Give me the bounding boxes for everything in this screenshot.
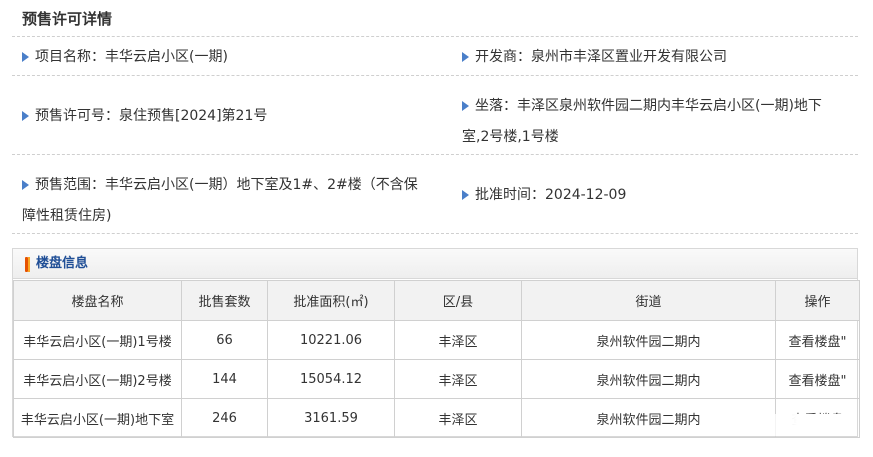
permit-number-value: 泉住预售[2024]第21号 [119, 108, 268, 124]
area-cell: 3161.59 [267, 398, 395, 438]
units-cell: 246 [181, 398, 268, 438]
area-cell: 15054.12 [267, 359, 395, 399]
table-row: 丰华云启小区(一期)1号楼 66 10221.06 丰泽区 泉州软件园二期内 查… [13, 320, 860, 360]
info-row: 项目名称：丰华云启小区(一期) 开发商：泉州市丰泽区置业开发有限公司 [12, 37, 858, 76]
permit-info-grid: 项目名称：丰华云启小区(一期) 开发商：泉州市丰泽区置业开发有限公司 预售许可号… [12, 37, 858, 234]
bullet-arrow-icon [22, 180, 29, 190]
view-building-link[interactable]: 查看楼盘" [775, 320, 860, 360]
panel-header: 楼盘信息 [13, 249, 857, 279]
scope-field: 预售范围：丰华云启小区(一期）地下室及1#、2#楼（不含保 障性租赁住房) [22, 165, 452, 236]
location-value-line1: 丰泽区泉州软件园二期内丰华云启小区(一期)地下 [517, 98, 822, 114]
bullet-arrow-icon [22, 111, 29, 121]
developer-field: 开发商：泉州市丰泽区置业开发有限公司 [462, 47, 727, 67]
bullet-arrow-icon [22, 52, 29, 62]
district-cell: 丰泽区 [394, 398, 522, 438]
units-cell: 144 [181, 359, 268, 399]
column-header-units: 批售套数 [181, 280, 268, 321]
info-row: 预售范围：丰华云启小区(一期）地下室及1#、2#楼（不含保 障性租赁住房) 批准… [12, 155, 858, 234]
location-label: 坐落： [475, 98, 517, 114]
developer-label: 开发商： [475, 49, 531, 65]
scope-label: 预售范围： [35, 177, 105, 193]
table-header-row: 楼盘名称 批售套数 批准面积(㎡) 区/县 街道 操作 [13, 280, 860, 321]
bullet-arrow-icon [462, 52, 469, 62]
developer-value: 泉州市丰泽区置业开发有限公司 [531, 49, 727, 65]
street-cell: 泉州软件园二期内 [521, 320, 776, 360]
permit-number-label: 预售许可号： [35, 108, 119, 124]
district-cell: 丰泽区 [394, 320, 522, 360]
panel-title: 楼盘信息 [36, 256, 89, 271]
view-building-link[interactable]: 查看楼盘 [775, 398, 860, 438]
scope-value-line2: 障性租赁住房) [22, 208, 112, 224]
building-info-panel: 楼盘信息 楼盘名称 批售套数 批准面积(㎡) 区/县 街道 操作 丰华云启小区(… [12, 248, 860, 438]
building-name-cell: 丰华云启小区(一期)地下室 [13, 398, 182, 438]
column-header-street: 街道 [521, 280, 776, 321]
units-cell: 66 [181, 320, 268, 360]
building-name-cell: 丰华云启小区(一期)2号楼 [13, 359, 182, 399]
location-value-line2: 室,2号楼,1号楼 [462, 129, 559, 145]
column-header-area: 批准面积(㎡) [267, 280, 395, 321]
table-row: 丰华云启小区(一期)地下室 246 3161.59 丰泽区 泉州软件园二期内 查… [13, 398, 860, 438]
area-cell: 10221.06 [267, 320, 395, 360]
bullet-arrow-icon [462, 190, 469, 200]
street-cell: 泉州软件园二期内 [521, 398, 776, 438]
info-row: 预售许可号：泉住预售[2024]第21号 坐落：丰泽区泉州软件园二期内丰华云启小… [12, 76, 858, 155]
approval-date-label: 批准时间： [475, 187, 545, 203]
project-name-label: 项目名称： [35, 49, 105, 65]
column-header-action: 操作 [775, 280, 860, 321]
bullet-arrow-icon [462, 101, 469, 111]
page-title: 预售许可详情 [22, 10, 113, 28]
column-header-name: 楼盘名称 [13, 280, 182, 321]
permit-number-field: 预售许可号：泉住预售[2024]第21号 [22, 106, 267, 126]
column-header-district: 区/县 [394, 280, 522, 321]
section-marker-accent [28, 257, 30, 272]
location-field: 坐落：丰泽区泉州软件园二期内丰华云启小区(一期)地下 室,2号楼,1号楼 [462, 86, 856, 157]
table-row: 丰华云启小区(一期)2号楼 144 15054.12 丰泽区 泉州软件园二期内 … [13, 359, 860, 399]
scope-value-line1: 丰华云启小区(一期）地下室及1#、2#楼（不含保 [105, 177, 418, 193]
project-name-value: 丰华云启小区(一期) [105, 49, 228, 65]
approval-date-value: 2024-12-09 [545, 187, 627, 203]
view-building-link[interactable]: 查看楼盘" [775, 359, 860, 399]
street-cell: 泉州软件园二期内 [521, 359, 776, 399]
district-cell: 丰泽区 [394, 359, 522, 399]
building-name-cell: 丰华云启小区(一期)1号楼 [13, 320, 182, 360]
approval-date-field: 批准时间：2024-12-09 [462, 185, 626, 205]
building-table: 楼盘名称 批售套数 批准面积(㎡) 区/县 街道 操作 丰华云启小区(一期)1号… [13, 280, 860, 438]
project-name-field: 项目名称：丰华云启小区(一期) [22, 47, 228, 67]
